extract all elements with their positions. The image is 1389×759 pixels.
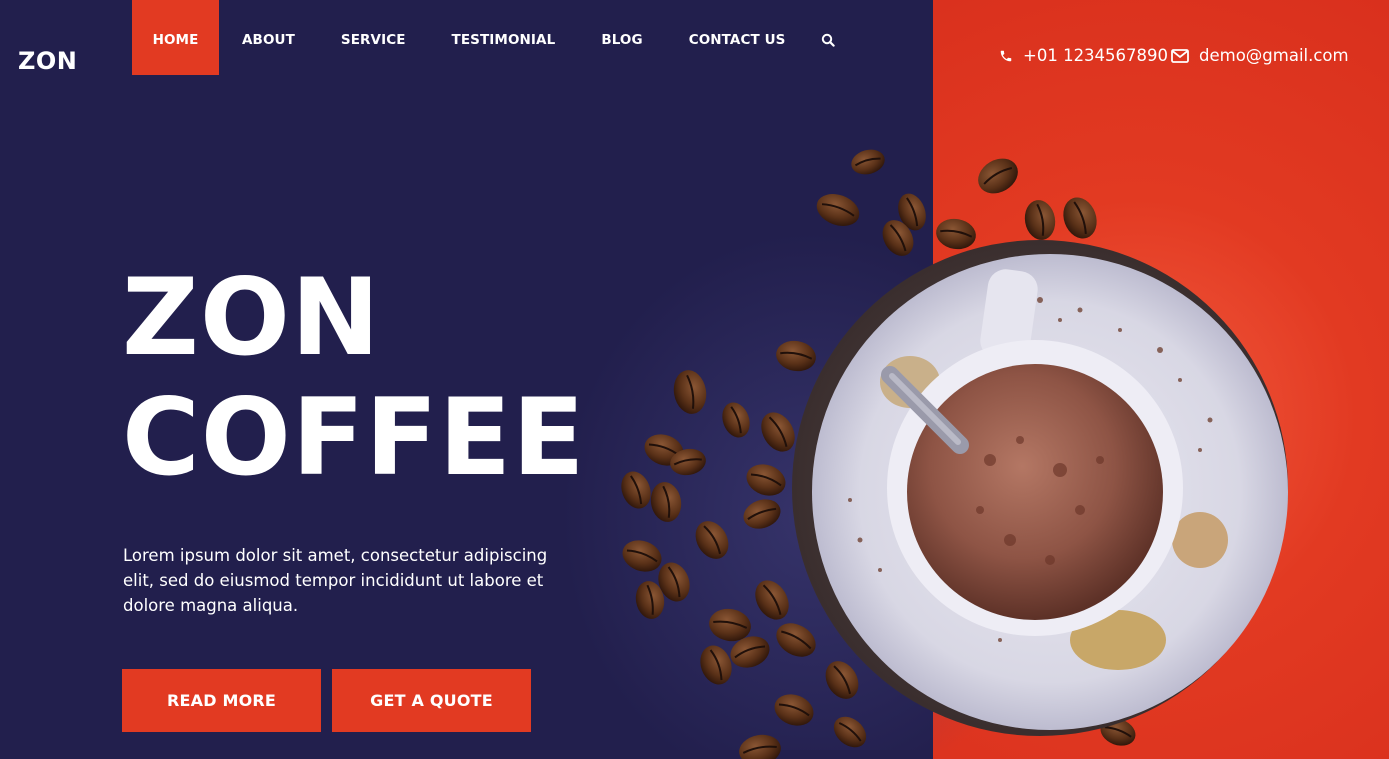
nav-item-service[interactable]: SERVICE bbox=[318, 0, 429, 75]
phone-number: +01 1234567890 bbox=[1023, 46, 1169, 65]
hero-title-line-2: COFFEE bbox=[122, 376, 586, 499]
get-a-quote-button[interactable]: GET A QUOTE bbox=[332, 669, 531, 732]
phone-contact[interactable]: +01 1234567890 bbox=[999, 46, 1168, 65]
nav-item-testimonial[interactable]: TESTIMONIAL bbox=[429, 0, 579, 75]
logo[interactable]: ZON bbox=[18, 47, 77, 75]
hero-title: ZON COFFEE bbox=[122, 258, 586, 498]
cookie-piece bbox=[1172, 512, 1228, 568]
hero-description: Lorem ipsum dolor sit amet, consectetur … bbox=[123, 546, 548, 615]
email-contact[interactable]: demo@gmail.com bbox=[1171, 46, 1349, 65]
hero-title-line-1: ZON bbox=[122, 256, 381, 379]
nav-item-blog[interactable]: BLOG bbox=[578, 0, 665, 75]
search-button[interactable] bbox=[808, 0, 848, 75]
email-address: demo@gmail.com bbox=[1199, 46, 1349, 65]
cup-cocoa bbox=[907, 364, 1163, 620]
nav-item-contact-us[interactable]: CONTACT US bbox=[666, 0, 809, 75]
envelope-icon bbox=[1171, 48, 1189, 63]
search-icon bbox=[822, 33, 836, 47]
phone-icon bbox=[999, 49, 1013, 63]
nav-item-home[interactable]: HOME bbox=[132, 0, 219, 75]
coffee-cup-image bbox=[621, 149, 1288, 759]
main-nav: HOME ABOUT SERVICE TESTIMONIAL BLOG CONT… bbox=[132, 0, 848, 75]
read-more-button[interactable]: READ MORE bbox=[122, 669, 321, 732]
nav-item-about[interactable]: ABOUT bbox=[219, 0, 318, 75]
